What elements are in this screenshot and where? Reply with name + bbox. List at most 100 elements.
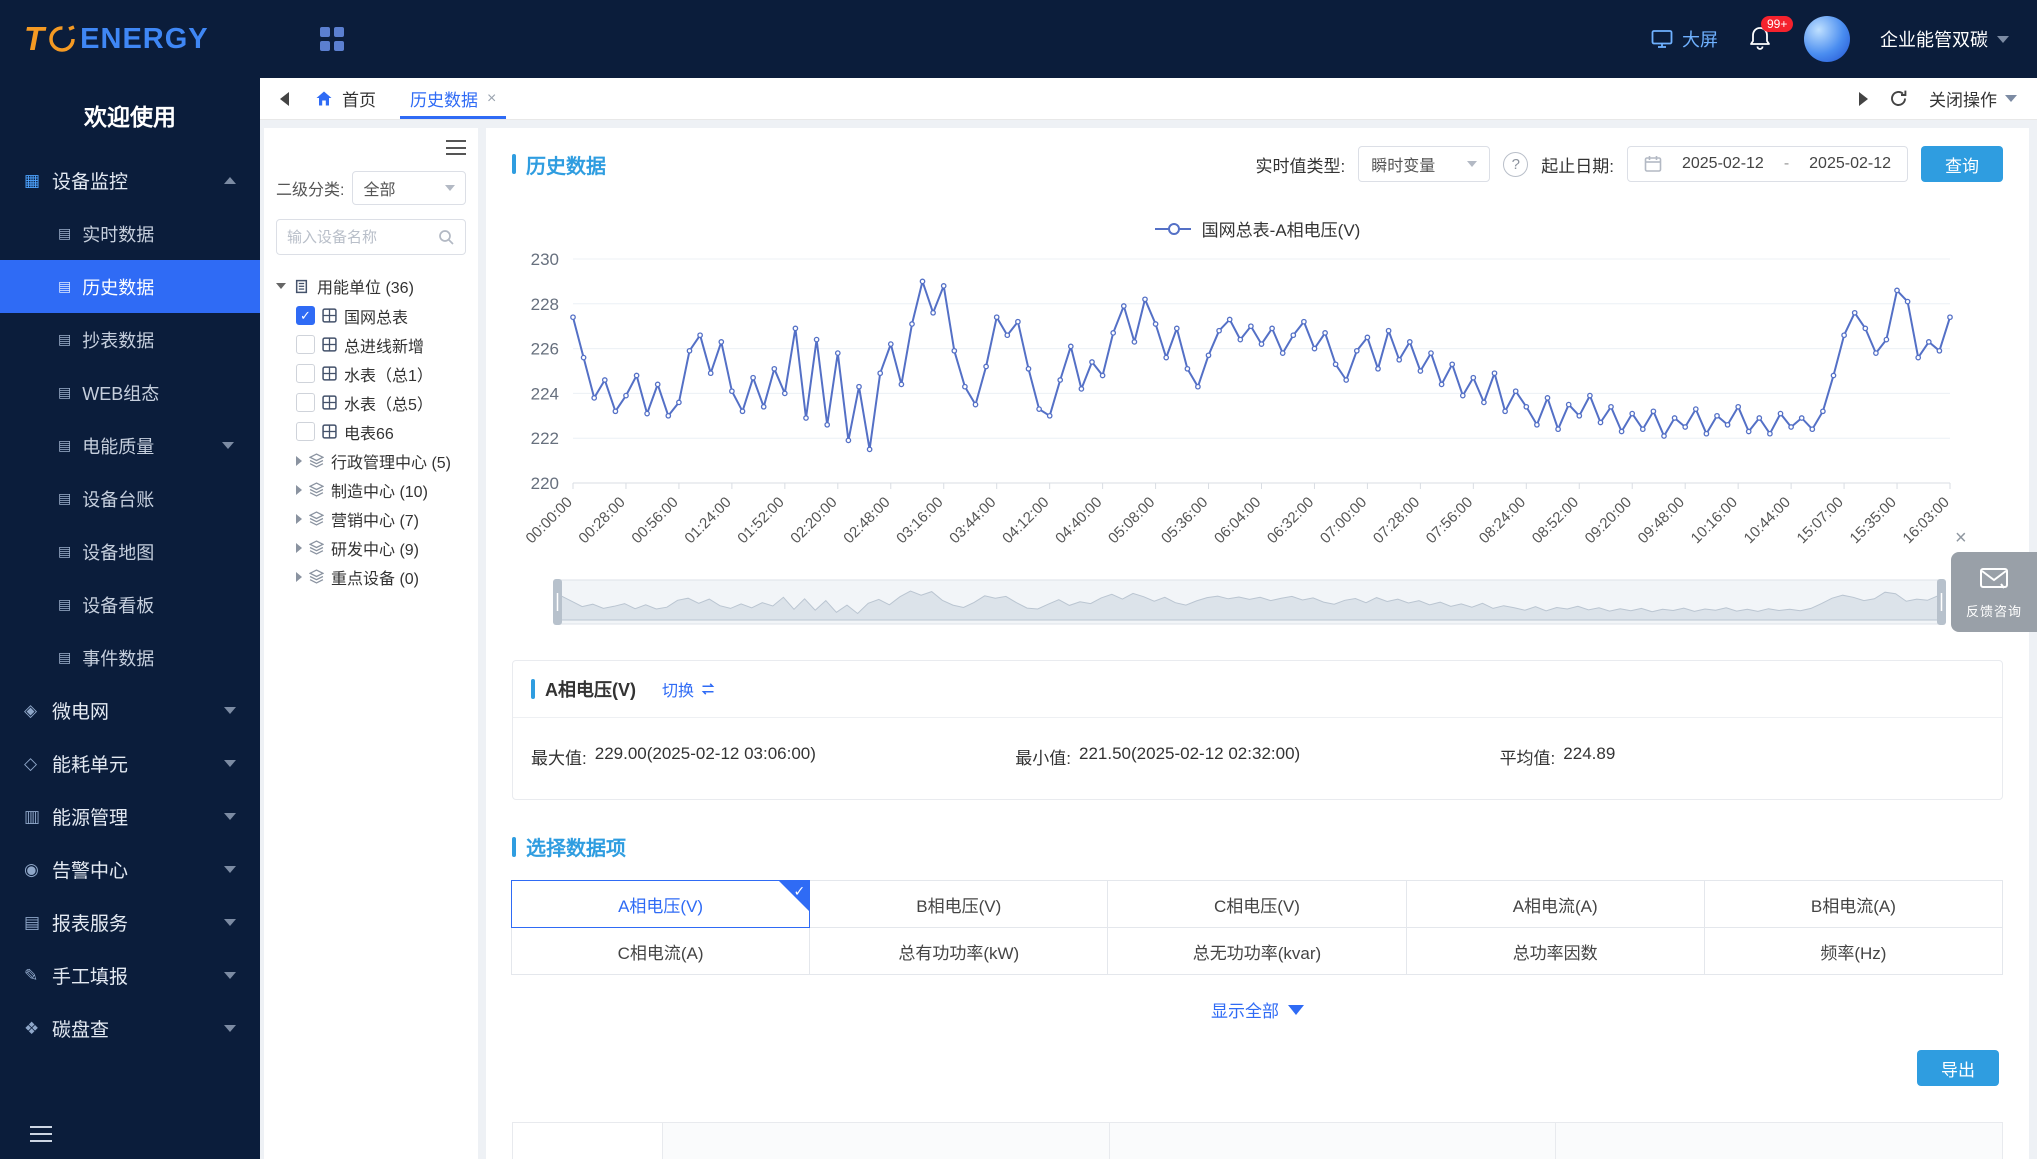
refresh-icon[interactable] — [1888, 88, 1909, 109]
query-button[interactable]: 查询 — [1921, 146, 2003, 182]
realtime-type-select[interactable]: 瞬时变量 — [1358, 146, 1490, 182]
data-item-A相电压(V)[interactable]: A相电压(V) ✓ — [511, 880, 810, 928]
sidebar-item-抄表数据[interactable]: ▤ 抄表数据 — [0, 313, 260, 366]
data-item-C相电流(A)[interactable]: C相电流(A) — [511, 927, 810, 975]
svg-text:07:00:00: 07:00:00 — [1317, 494, 1370, 547]
apps-grid-icon[interactable] — [320, 27, 344, 51]
sidebar-group-报表服务[interactable]: ▤ 报表服务 — [0, 896, 260, 949]
svg-text:08:52:00: 08:52:00 — [1529, 494, 1582, 547]
date-range-picker[interactable]: 2025-02-12 - 2025-02-12 — [1627, 146, 1908, 182]
tree-device-电表66[interactable]: 电表66 — [276, 417, 466, 446]
tab-close-icon[interactable]: × — [487, 90, 496, 108]
data-item-label: C相电压(V) — [1214, 892, 1300, 917]
sidebar-group-手工填报[interactable]: ✎ 手工填报 — [0, 949, 260, 1002]
org-label: 企业能管双碳 — [1880, 26, 1988, 52]
expand-caret-icon[interactable] — [296, 456, 302, 466]
data-item-A相电流(A)[interactable]: A相电流(A) — [1406, 880, 1705, 928]
svg-text:02:48:00: 02:48:00 — [840, 494, 893, 547]
sidebar-nav: ▦ 设备监控 ▤ 实时数据 ▤ 历史数据 ▤ 抄表数据 ▤ WEB组态 — [0, 154, 260, 1159]
sidebar-group-设备监控[interactable]: ▦ 设备监控 — [0, 154, 260, 207]
export-button[interactable]: 导出 — [1917, 1050, 1999, 1086]
svg-text:228: 228 — [531, 295, 559, 314]
sidebar-item-实时数据[interactable]: ▤ 实时数据 — [0, 207, 260, 260]
svg-text:00:28:00: 00:28:00 — [575, 494, 628, 547]
expand-caret-icon[interactable] — [296, 572, 302, 582]
close-operations-menu[interactable]: 关闭操作 — [1929, 86, 2017, 111]
feedback-close-icon[interactable]: × — [1955, 528, 2037, 548]
sidebar-group-碳盘查[interactable]: ❖ 碳盘查 — [0, 1002, 260, 1055]
help-icon[interactable]: ? — [1503, 152, 1528, 177]
tree-device-水表（总5）[interactable]: 水表（总5） — [276, 388, 466, 417]
data-item-频率(Hz)[interactable]: 频率(Hz) — [1704, 927, 2003, 975]
sidebar-item-WEB组态[interactable]: ▤ WEB组态 — [0, 366, 260, 419]
chart-legend[interactable]: 国网总表-A相电压(V) — [486, 216, 2029, 241]
expand-caret-icon[interactable] — [296, 543, 302, 553]
tabs-scroll-right-icon[interactable] — [1859, 92, 1868, 106]
sidebar-group-能耗单元[interactable]: ◇ 能耗单元 — [0, 737, 260, 790]
chevron-down-icon — [224, 866, 236, 873]
sidebar-item-设备看板[interactable]: ▤ 设备看板 — [0, 578, 260, 631]
data-item-C相电压(V)[interactable]: C相电压(V) — [1107, 880, 1406, 928]
meter-icon — [322, 395, 337, 410]
data-item-总功率因数[interactable]: 总功率因数 — [1406, 927, 1705, 975]
search-icon[interactable] — [438, 229, 455, 246]
sidebar-group-label: 告警中心 — [52, 856, 128, 883]
sidebar-item-设备地图[interactable]: ▤ 设备地图 — [0, 525, 260, 578]
tree-folder-营销中心 (7)[interactable]: 营销中心 (7) — [276, 504, 466, 533]
expand-caret-icon[interactable] — [296, 485, 302, 495]
device-checkbox[interactable] — [296, 364, 315, 383]
tab-home[interactable]: 首页 — [301, 78, 390, 119]
device-checkbox[interactable]: ✓ — [296, 306, 315, 325]
collapse-menu-icon[interactable] — [30, 1126, 52, 1142]
sidebar-group-微电网[interactable]: ◈ 微电网 — [0, 684, 260, 737]
table-header-cell — [513, 1123, 663, 1159]
device-tree-panel: 二级分类: 全部 — [264, 128, 478, 1159]
feedback-button[interactable]: 反馈咨询 — [1951, 552, 2037, 632]
device-label: 水表（总5） — [344, 391, 433, 415]
svg-text:01:24:00: 01:24:00 — [681, 494, 734, 547]
tabs-scroll-left-icon[interactable] — [280, 92, 289, 106]
date-end-value[interactable]: 2025-02-12 — [1809, 155, 1891, 173]
data-item-总无功功率(kvar)[interactable]: 总无功功率(kvar) — [1107, 927, 1406, 975]
sidebar-item-label: 电能质量 — [82, 433, 154, 459]
sidebar-item-事件数据[interactable]: ▤ 事件数据 — [0, 631, 260, 684]
device-checkbox[interactable] — [296, 422, 315, 441]
switch-link[interactable]: 切换 — [662, 677, 716, 701]
sidebar-group-能源管理[interactable]: ▥ 能源管理 — [0, 790, 260, 843]
svg-text:05:08:00: 05:08:00 — [1105, 494, 1158, 547]
tree-folder-重点设备 (0)[interactable]: 重点设备 (0) — [276, 562, 466, 591]
sidebar-item-历史数据[interactable]: ▤ 历史数据 — [0, 260, 260, 313]
tab-history-data[interactable]: 历史数据 × — [396, 78, 510, 119]
sidebar-item-设备台账[interactable]: ▤ 设备台账 — [0, 472, 260, 525]
big-screen-button[interactable]: 大屏 — [1651, 26, 1718, 52]
date-start-value[interactable]: 2025-02-12 — [1682, 155, 1764, 173]
device-label: 国网总表 — [344, 304, 408, 328]
data-item-B相电流(A)[interactable]: B相电流(A) — [1704, 880, 2003, 928]
sidebar-group-label: 能源管理 — [52, 803, 128, 830]
device-checkbox[interactable] — [296, 335, 315, 354]
tree-folder-行政管理中心 (5)[interactable]: 行政管理中心 (5) — [276, 446, 466, 475]
device-search-input[interactable] — [287, 229, 432, 246]
expand-caret-icon[interactable] — [296, 514, 302, 524]
tree-device-国网总表[interactable]: ✓ 国网总表 — [276, 301, 466, 330]
data-item-label: 总有功功率(kW) — [898, 939, 1019, 964]
datazoom-slider[interactable] — [553, 579, 1946, 625]
avatar[interactable] — [1804, 16, 1850, 62]
data-item-总有功功率(kW)[interactable]: 总有功功率(kW) — [809, 927, 1108, 975]
panel-fold-icon[interactable] — [446, 140, 466, 155]
notifications-button[interactable]: 99+ — [1748, 25, 1774, 53]
category-select[interactable]: 全部 — [352, 171, 466, 205]
org-menu[interactable]: 企业能管双碳 — [1880, 26, 2009, 52]
tree-device-水表（总1）[interactable]: 水表（总1） — [276, 359, 466, 388]
tree-folder-制造中心 (10)[interactable]: 制造中心 (10) — [276, 475, 466, 504]
topbar: 大屏 99+ 企业能管双碳 — [260, 0, 2037, 78]
tree-folder-研发中心 (9)[interactable]: 研发中心 (9) — [276, 533, 466, 562]
tree-device-总进线新增[interactable]: 总进线新增 — [276, 330, 466, 359]
device-checkbox[interactable] — [296, 393, 315, 412]
tree-root-node[interactable]: 用能单位 (36) — [276, 271, 466, 301]
show-all-link[interactable]: 显示全部 — [486, 997, 2029, 1022]
sidebar-item-电能质量[interactable]: ▤ 电能质量 — [0, 419, 260, 472]
sidebar-group-告警中心[interactable]: ◉ 告警中心 — [0, 843, 260, 896]
data-item-B相电压(V)[interactable]: B相电压(V) — [809, 880, 1108, 928]
expand-caret-icon[interactable] — [276, 283, 286, 289]
